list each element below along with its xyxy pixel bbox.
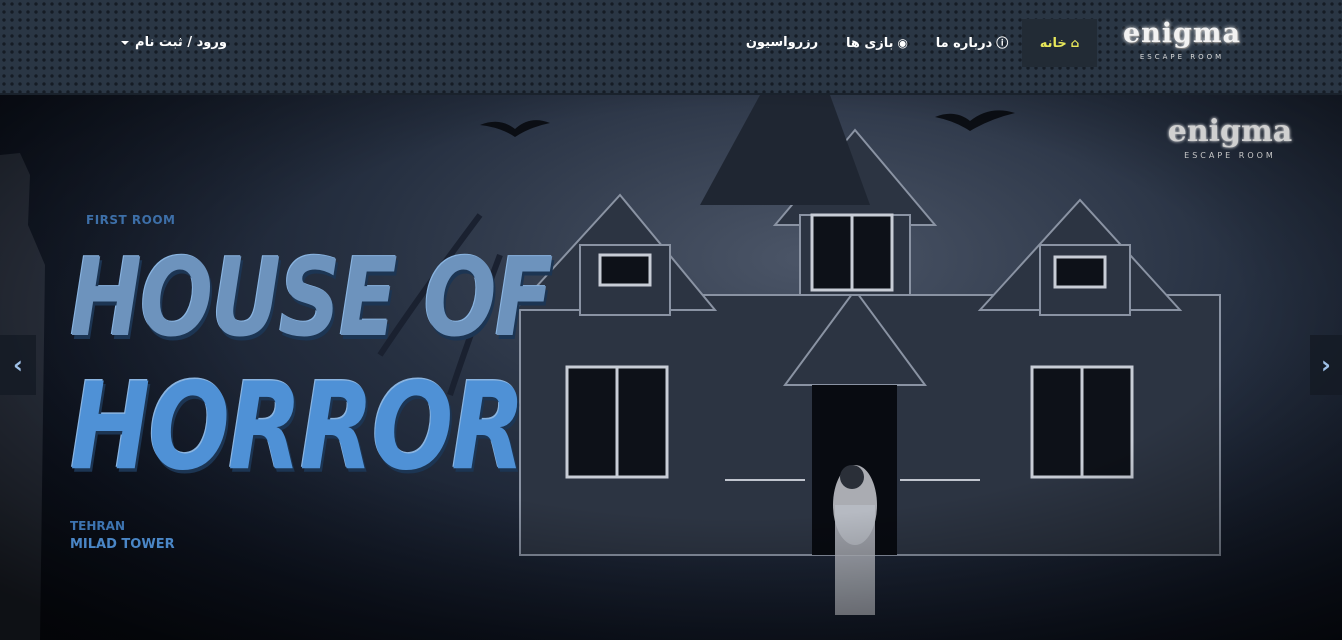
- hero-watermark-logo: enigma ESCAPE ROOM: [1160, 113, 1300, 160]
- chevron-right-icon: ›: [1321, 351, 1331, 379]
- slider-prev-button[interactable]: ‹: [0, 335, 36, 395]
- city-label: TEHRAN: [70, 519, 125, 533]
- hero-slider: enigma ESCAPE ROOM FIRST ROOM HOUSE OF H…: [0, 95, 1342, 640]
- hero-title-line2: HORROR: [70, 357, 525, 497]
- nav-home-label: خانه: [1039, 36, 1067, 51]
- nav-login-label: ورود / ثبت نام: [135, 35, 227, 50]
- slider-next-button[interactable]: ›: [1310, 335, 1342, 395]
- hero-title-line1: HOUSE OF: [70, 236, 553, 362]
- site-logo[interactable]: enigma ESCAPE ROOM: [1118, 16, 1246, 72]
- nav-about[interactable]: ⓘدرباره ما: [928, 19, 1016, 67]
- nav-games[interactable]: ◉بازی ها: [836, 19, 918, 67]
- nav-about-label: درباره ما: [935, 36, 993, 51]
- nav-games-label: بازی ها: [845, 36, 894, 51]
- gamepad-icon: ◉: [897, 36, 909, 50]
- caret-down-icon: [121, 40, 130, 45]
- top-navbar: enigma ESCAPE ROOM ⌂خانه ⓘدرباره ما ◉باز…: [0, 0, 1342, 95]
- place-label: MILAD TOWER: [70, 537, 175, 552]
- logo-subtitle: ESCAPE ROOM: [1139, 53, 1225, 61]
- home-icon: ⌂: [1070, 36, 1080, 50]
- watermark-subtitle: ESCAPE ROOM: [1184, 151, 1276, 160]
- nav-home[interactable]: ⌂خانه: [1022, 19, 1097, 67]
- room-label: FIRST ROOM: [86, 213, 176, 227]
- nav-login-dropdown[interactable]: ورود / ثبت نام: [110, 19, 238, 67]
- logo-wordmark: enigma: [1122, 18, 1241, 49]
- info-icon: ⓘ: [996, 36, 1009, 50]
- watermark-wordmark: enigma: [1167, 114, 1293, 149]
- nav-reservation-label: رزرواسیون: [745, 35, 819, 50]
- chevron-left-icon: ‹: [13, 351, 23, 379]
- nav-reservation[interactable]: رزرواسیون: [740, 19, 824, 67]
